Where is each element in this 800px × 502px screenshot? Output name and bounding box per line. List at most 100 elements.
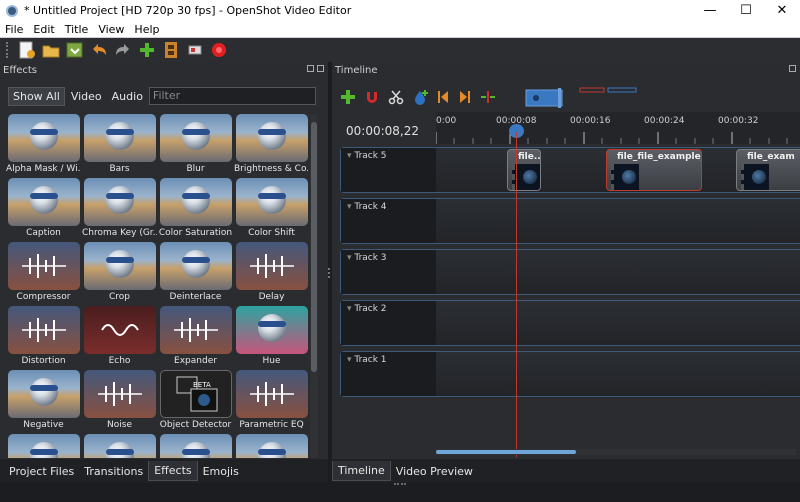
effect-item[interactable]: Chroma Key (Gr... (82, 178, 157, 242)
track-2[interactable]: Track 2 (340, 300, 800, 346)
effect-item[interactable]: BETA Object Detector (158, 370, 233, 434)
track-4[interactable]: Track 4 (340, 198, 800, 244)
status-grip[interactable] (394, 483, 406, 486)
effect-label: Delay (258, 292, 285, 302)
track-header[interactable]: Track 5 (341, 148, 436, 192)
effect-item[interactable]: Alpha Mask / Wi... (6, 114, 81, 178)
track-header[interactable]: Track 4 (341, 199, 436, 243)
previous-marker-icon[interactable] (436, 89, 450, 105)
undo-button[interactable] (88, 40, 110, 60)
track-lane[interactable] (436, 352, 800, 396)
undock-icon[interactable] (307, 65, 314, 72)
import-files-button[interactable] (136, 40, 158, 60)
menu-help[interactable]: Help (129, 23, 164, 36)
timeline-clip[interactable]: file_exam (736, 149, 800, 191)
effect-item[interactable]: Color Shift (234, 178, 308, 242)
center-timeline-icon[interactable] (480, 89, 496, 105)
ruler-tick-marks (436, 132, 788, 144)
effect-item[interactable] (234, 434, 308, 458)
effect-item[interactable]: Brightness & Co... (234, 114, 308, 178)
ruler-ticks[interactable]: 0:00 00:00:08 00:00:16 00:00:24 00:00:32 (436, 112, 800, 144)
effect-thumbnail (235, 306, 308, 354)
tab-emojis[interactable]: Emojis (198, 462, 244, 481)
track-header[interactable]: Track 1 (341, 352, 436, 396)
track-lane[interactable] (436, 199, 800, 243)
effect-label: Bars (109, 164, 130, 174)
effect-item[interactable] (82, 434, 157, 458)
effect-label: Noise (107, 420, 132, 430)
effects-scrollbar[interactable] (310, 114, 318, 458)
effect-item[interactable]: Compressor (6, 242, 81, 306)
open-project-button[interactable] (40, 40, 62, 60)
effect-item[interactable]: Noise (82, 370, 157, 434)
add-track-icon[interactable] (340, 89, 356, 105)
effect-item[interactable]: Delay (234, 242, 308, 306)
effect-item[interactable]: Distortion (6, 306, 81, 370)
track-3[interactable]: Track 3 (340, 249, 800, 295)
close-button[interactable]: ✕ (764, 0, 800, 21)
track-lane[interactable]: file... file_file_example_l... file_exam (436, 148, 800, 192)
effect-item[interactable]: Echo (82, 306, 157, 370)
close-dock-icon[interactable] (317, 65, 324, 72)
razor-icon[interactable] (388, 89, 404, 105)
effect-label: Alpha Mask / Wi... (6, 164, 81, 174)
effect-item[interactable]: Parametric EQ (234, 370, 308, 434)
menu-title[interactable]: Title (60, 23, 94, 36)
effect-label: Expander (174, 356, 217, 366)
export-video-button[interactable] (208, 40, 230, 60)
effect-item[interactable]: Expander (158, 306, 233, 370)
effects-scrollbar-thumb[interactable] (311, 122, 317, 372)
effect-item[interactable]: Caption (6, 178, 81, 242)
splitter-grip[interactable] (328, 268, 331, 278)
track-header[interactable]: Track 2 (341, 301, 436, 345)
timeline-ruler[interactable]: 00:00:08,22 0:00 00:00:08 00:00:16 00:00… (332, 112, 800, 144)
timeline-zoom-slider[interactable] (518, 84, 668, 110)
menu-file[interactable]: File (0, 23, 28, 36)
track-name: Track 4 (347, 202, 386, 212)
filter-show-all[interactable]: Show All (8, 86, 65, 106)
tab-project-files[interactable]: Project Files (4, 462, 79, 481)
redo-button[interactable] (112, 40, 134, 60)
add-marker-icon[interactable] (412, 89, 428, 105)
effect-item[interactable]: Bars (82, 114, 157, 178)
filter-audio[interactable]: Audio (108, 88, 147, 105)
effect-item[interactable]: Color Saturation (158, 178, 233, 242)
effect-item[interactable] (6, 434, 81, 458)
track-5[interactable]: Track 5 file... file_file_example_l... f… (340, 147, 800, 193)
effect-item[interactable]: Negative (6, 370, 81, 434)
timeline-clip-selected[interactable]: file_file_example_l... (606, 149, 702, 191)
effect-item[interactable] (158, 434, 233, 458)
fullscreen-button[interactable] (184, 40, 206, 60)
tab-video-preview[interactable]: Video Preview (391, 462, 478, 481)
filter-video[interactable]: Video (67, 88, 106, 105)
timeline-clip[interactable]: file... (507, 149, 541, 191)
effect-item[interactable]: Deinterlace (158, 242, 233, 306)
effect-item[interactable]: Blur (158, 114, 233, 178)
film-icon (165, 42, 177, 58)
timeline-scrollbar[interactable] (436, 449, 796, 455)
track-lane[interactable] (436, 250, 800, 294)
undock-icon[interactable] (789, 65, 796, 72)
choose-profile-button[interactable] (160, 40, 182, 60)
menu-view[interactable]: View (93, 23, 129, 36)
effect-thumbnail: BETA (159, 370, 232, 418)
next-marker-icon[interactable] (458, 89, 472, 105)
timecode-display: 00:00:08,22 (346, 124, 419, 138)
track-1[interactable]: Track 1 (340, 351, 800, 397)
snap-magnet-icon[interactable] (364, 89, 380, 105)
tab-timeline[interactable]: Timeline (332, 461, 391, 481)
effect-item[interactable]: Hue (234, 306, 308, 370)
tab-transitions[interactable]: Transitions (79, 462, 148, 481)
playhead-line[interactable] (516, 132, 517, 457)
filter-input[interactable]: Filter (148, 87, 316, 105)
timeline-scrollbar-thumb[interactable] (436, 450, 576, 454)
effect-item[interactable]: Crop (82, 242, 157, 306)
minimize-button[interactable]: — (692, 0, 728, 21)
maximize-button[interactable]: ☐ (728, 0, 764, 21)
new-project-button[interactable] (16, 40, 38, 60)
track-lane[interactable] (436, 301, 800, 345)
menu-edit[interactable]: Edit (28, 23, 59, 36)
save-project-button[interactable] (64, 40, 86, 60)
tab-effects[interactable]: Effects (148, 461, 198, 481)
track-header[interactable]: Track 3 (341, 250, 436, 294)
